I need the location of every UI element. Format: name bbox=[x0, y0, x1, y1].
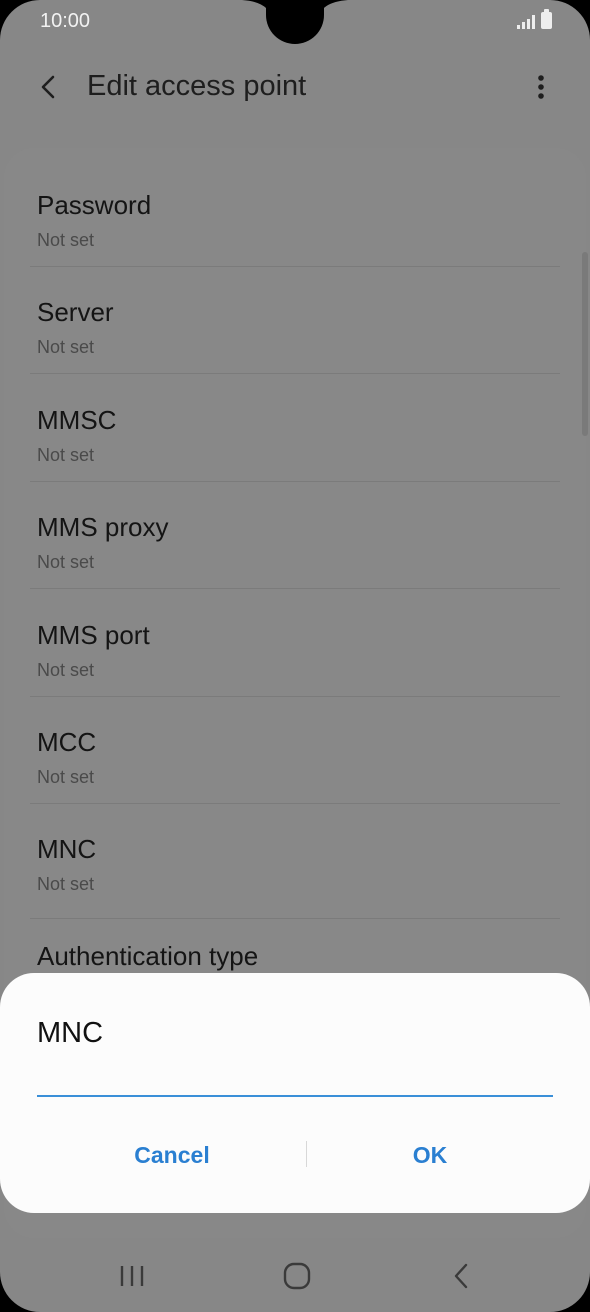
cancel-button[interactable]: Cancel bbox=[52, 1123, 292, 1187]
chevron-left-icon bbox=[41, 75, 55, 99]
mnc-input[interactable] bbox=[37, 1061, 553, 1097]
phone-screen: 10:00 Edit access point Password Not set… bbox=[0, 0, 590, 1312]
setting-item-mmsc[interactable]: MMSC Not set bbox=[0, 375, 590, 482]
app-bar: Edit access point bbox=[0, 60, 590, 116]
battery-icon bbox=[541, 9, 552, 29]
camera-notch bbox=[266, 0, 324, 44]
page-title: Edit access point bbox=[87, 70, 307, 102]
setting-value: Not set bbox=[37, 445, 95, 465]
setting-item-mcc[interactable]: MCC Not set bbox=[0, 697, 590, 804]
dialog-title: MNC bbox=[37, 1017, 104, 1049]
more-vertical-icon bbox=[538, 75, 544, 99]
setting-item-mnc[interactable]: MNC Not set bbox=[0, 812, 590, 919]
divider bbox=[30, 373, 560, 374]
mnc-dialog: MNC Cancel OK bbox=[0, 973, 590, 1213]
recent-apps-button[interactable] bbox=[102, 1256, 162, 1296]
setting-item-password[interactable]: Password Not set bbox=[0, 160, 590, 267]
setting-title: Password bbox=[37, 190, 152, 220]
setting-title: MNC bbox=[37, 834, 97, 864]
setting-value: Not set bbox=[37, 660, 95, 680]
more-options-button[interactable] bbox=[526, 68, 556, 108]
status-time: 10:00 bbox=[40, 10, 91, 32]
setting-value: Not set bbox=[37, 230, 95, 250]
navigation-bar bbox=[0, 1240, 590, 1312]
ok-button[interactable]: OK bbox=[310, 1123, 550, 1187]
recent-apps-icon bbox=[120, 1266, 144, 1286]
back-nav-button[interactable] bbox=[432, 1256, 492, 1296]
signal-icon bbox=[517, 13, 535, 29]
home-icon bbox=[283, 1262, 311, 1290]
setting-value: Not set bbox=[37, 552, 95, 572]
button-divider bbox=[306, 1141, 307, 1167]
setting-value: Not set bbox=[37, 767, 95, 787]
setting-value: Not set bbox=[37, 874, 95, 894]
back-icon bbox=[454, 1263, 468, 1289]
setting-item-mms-proxy[interactable]: MMS proxy Not set bbox=[0, 482, 590, 589]
setting-value: Not set bbox=[37, 337, 95, 357]
setting-item-server[interactable]: Server Not set bbox=[0, 267, 590, 374]
setting-title: Server bbox=[37, 297, 114, 327]
setting-title: MMS port bbox=[37, 620, 150, 650]
setting-title: Authentication type bbox=[37, 941, 259, 971]
divider bbox=[30, 588, 560, 589]
home-button[interactable] bbox=[268, 1256, 328, 1296]
back-button[interactable] bbox=[30, 68, 70, 108]
setting-title: MMS proxy bbox=[37, 512, 169, 542]
setting-title: MMSC bbox=[37, 405, 117, 435]
divider bbox=[30, 803, 560, 804]
setting-item-mms-port[interactable]: MMS port Not set bbox=[0, 590, 590, 697]
status-icons bbox=[517, 9, 552, 29]
setting-title: MCC bbox=[37, 727, 97, 757]
